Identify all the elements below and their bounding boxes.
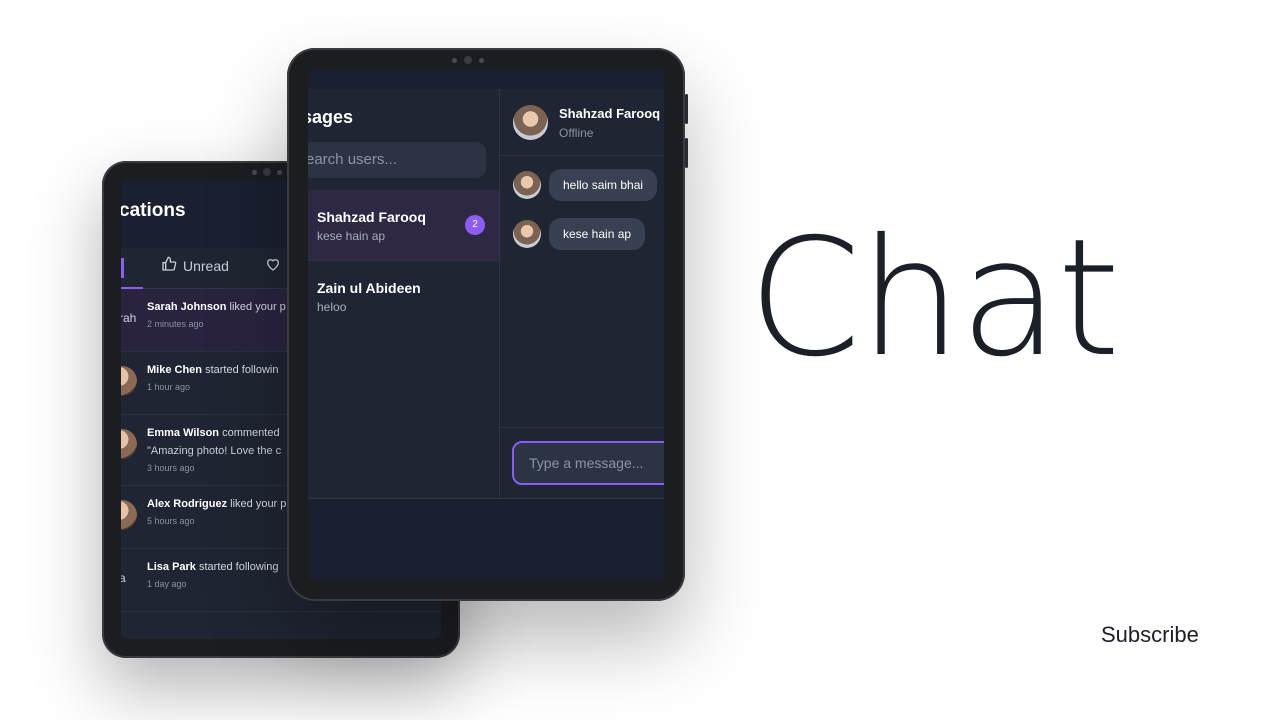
- status-bar: [308, 69, 664, 89]
- conversations-sidebar: sages earch users... Shahzad Farooq kese…: [308, 89, 500, 498]
- messages-title: sages: [308, 107, 354, 127]
- conversation-item[interactable]: Shahzad Farooq kese hain ap 2: [308, 190, 499, 261]
- notification-user: Emma Wilson: [147, 427, 220, 439]
- tab-unread[interactable]: Unread: [161, 256, 229, 275]
- conversation-preview: heloo: [317, 300, 347, 314]
- message-row: kese hain ap: [513, 218, 646, 250]
- notification-user: Mike Chen: [147, 364, 203, 376]
- notification-time: 1 day ago: [147, 579, 187, 589]
- chat-contact-name: Shahzad Farooq: [559, 106, 661, 121]
- conversation-item[interactable]: Zain ul Abideen heloo: [308, 261, 499, 331]
- message-input[interactable]: Type a message...: [512, 441, 664, 485]
- avatar: [121, 429, 137, 459]
- volume-button: [685, 94, 688, 124]
- message-bubble: kese hain ap: [549, 218, 646, 250]
- chat-contact-status: Offline: [559, 126, 594, 140]
- notification-time: 5 hours ago: [147, 516, 195, 526]
- notification-action: started followin: [205, 364, 279, 376]
- tab-all-indicator[interactable]: [121, 258, 124, 278]
- volume-button: [685, 138, 688, 168]
- screen-footer: [308, 498, 664, 580]
- notification-time: 1 hour ago: [147, 382, 191, 392]
- avatar: [121, 500, 137, 530]
- tab-likes[interactable]: [265, 256, 281, 276]
- avatar[interactable]: [513, 105, 548, 140]
- notification-time: 2 minutes ago: [147, 319, 204, 329]
- avatar: [513, 220, 541, 248]
- notification-quote: "Amazing photo! Love the c: [147, 445, 282, 457]
- notification-user: Sarah Johnson: [147, 301, 227, 313]
- avatar: rah: [121, 311, 137, 325]
- notification-action: commented: [222, 427, 280, 439]
- message-composer: Type a message...: [500, 427, 664, 499]
- heart-icon: [265, 259, 281, 276]
- chat-pane: Shahzad Farooq Offline hello saim bhai k…: [500, 89, 664, 498]
- avatar: [513, 171, 541, 199]
- notification-time: 3 hours ago: [147, 463, 195, 473]
- conversation-preview: kese hain ap: [317, 229, 386, 243]
- conversation-name: Zain ul Abideen: [317, 280, 421, 296]
- subscribe-link[interactable]: Subscribe: [1101, 622, 1199, 648]
- messages-screen: sages earch users... Shahzad Farooq kese…: [308, 69, 664, 580]
- message-row: hello saim bhai: [513, 169, 658, 201]
- tab-unread-label: Unread: [183, 257, 229, 274]
- conversation-name: Shahzad Farooq: [317, 209, 426, 225]
- unread-badge: 2: [465, 215, 485, 235]
- camera-dots: [452, 56, 484, 64]
- notifications-title: cations: [121, 200, 186, 221]
- messages-tablet: sages earch users... Shahzad Farooq kese…: [287, 48, 688, 601]
- avatar: a: [121, 571, 126, 585]
- notification-action: liked your p: [229, 301, 286, 313]
- chat-header: Shahzad Farooq Offline: [500, 89, 664, 156]
- search-input[interactable]: earch users...: [308, 142, 486, 178]
- hero-title: Chat: [748, 205, 1121, 393]
- notification-user: Alex Rodriguez: [147, 498, 228, 510]
- thumbs-up-icon: [161, 256, 177, 275]
- avatar: [121, 366, 137, 396]
- notification-action: liked your p: [230, 498, 287, 510]
- message-bubble: hello saim bhai: [549, 169, 658, 201]
- notification-action: started following: [198, 561, 279, 573]
- notification-user: Lisa Park: [147, 561, 196, 573]
- camera-dots: [252, 168, 282, 176]
